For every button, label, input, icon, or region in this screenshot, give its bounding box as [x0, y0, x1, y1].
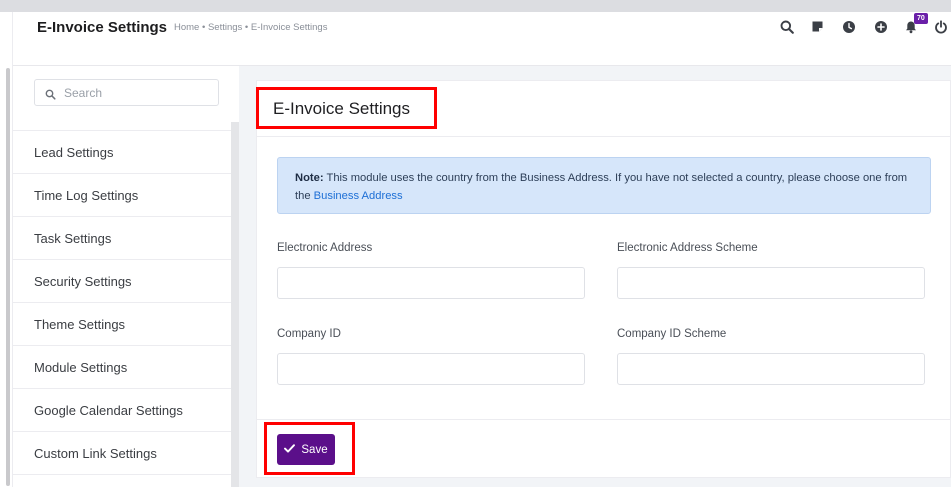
- electronic-address-label: Electronic Address: [277, 242, 373, 254]
- card-footer-divider: [257, 419, 951, 420]
- left-edge: [0, 12, 13, 66]
- search-icon: [45, 87, 56, 100]
- save-button-highlight: [264, 422, 355, 475]
- note-prefix: Note:: [295, 172, 324, 184]
- electronic-address-scheme-label: Electronic Address Scheme: [617, 242, 758, 254]
- power-icon[interactable]: [933, 19, 948, 34]
- main-scrollbar-thumb[interactable]: [6, 68, 10, 486]
- sidebar-item-theme-settings[interactable]: Theme Settings: [13, 303, 231, 346]
- electronic-address-scheme-field[interactable]: [617, 267, 925, 299]
- search-icon[interactable]: [779, 19, 794, 34]
- sidebar-item-security-settings[interactable]: Security Settings: [13, 260, 231, 303]
- sidebar-search-input[interactable]: [64, 84, 214, 102]
- sticky-note-icon[interactable]: [810, 19, 825, 34]
- sidebar-item-module-settings[interactable]: Module Settings: [13, 346, 231, 389]
- business-address-link[interactable]: Business Address: [314, 190, 403, 202]
- company-id-label: Company ID: [277, 328, 341, 340]
- company-id-scheme-label: Company ID Scheme: [617, 328, 727, 340]
- clock-icon[interactable]: [841, 19, 856, 34]
- notification-count-badge: 70: [914, 13, 928, 24]
- e-invoice-settings-card: E-Invoice Settings Note: This module use…: [256, 80, 951, 478]
- electronic-address-field[interactable]: [277, 267, 585, 299]
- settings-sidebar: Lead Settings Time Log Settings Task Set…: [13, 66, 239, 487]
- browser-strip: [0, 0, 951, 12]
- sidebar-scrollbar[interactable]: [231, 122, 239, 487]
- company-id-input[interactable]: [278, 354, 584, 384]
- company-id-field[interactable]: [277, 353, 585, 385]
- breadcrumb[interactable]: Home • Settings • E-Invoice Settings: [174, 22, 327, 33]
- plus-circle-icon[interactable]: [873, 19, 888, 34]
- sidebar-item-lead-settings[interactable]: Lead Settings: [13, 131, 231, 174]
- electronic-address-scheme-input[interactable]: [618, 268, 924, 298]
- page-title: E-Invoice Settings: [37, 19, 168, 36]
- sidebar-item-task-settings[interactable]: Task Settings: [13, 217, 231, 260]
- company-id-scheme-field[interactable]: [617, 353, 925, 385]
- card-title-highlight: [256, 87, 437, 129]
- electronic-address-input[interactable]: [278, 268, 584, 298]
- sidebar-item-google-calendar-settings[interactable]: Google Calendar Settings: [13, 389, 231, 432]
- card-header-divider: [257, 136, 951, 137]
- main-scrollbar[interactable]: [0, 66, 13, 487]
- company-id-scheme-input[interactable]: [618, 354, 924, 384]
- sidebar-item-time-log-settings[interactable]: Time Log Settings: [13, 174, 231, 217]
- note-alert: Note: This module uses the country from …: [277, 157, 931, 214]
- sidebar-divider: [13, 122, 231, 131]
- sidebar-item-custom-link-settings[interactable]: Custom Link Settings: [13, 432, 231, 475]
- sidebar-search[interactable]: [34, 79, 219, 106]
- sidebar-menu: Lead Settings Time Log Settings Task Set…: [13, 131, 231, 475]
